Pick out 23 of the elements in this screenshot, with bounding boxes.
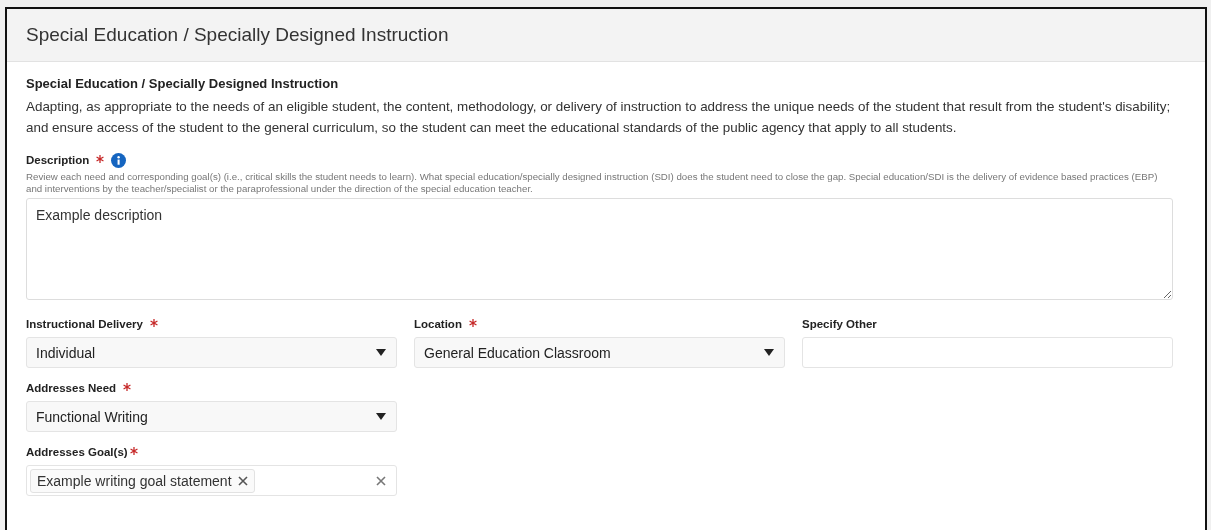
help-text: Review each need and corresponding goal(s) (i.e., critical skills the student needs to learn). What special education/specially designed instruction (SDI) does the student need to close the gap. Special education/SDI is the delivery of evidence based practices (EBP) and interventions by the teacher/specialist or the paraprofessional under the direction of the special education teacher. [26, 171, 1159, 194]
caret-icon [764, 349, 774, 356]
section-description: Adapting, as appropriate to the needs of an eligible student, the content, methodology, or delivery of instruction to address the unique needs of the student that result from the student's disability; and ensure access of the student to the general curriculum, so the student can meet the educational standards of the public agency that apply to all students. [26, 98, 1172, 137]
field-label: Addresses Goal(s) [26, 446, 128, 458]
info-icon[interactable] [111, 152, 127, 168]
field-label: Location [414, 318, 462, 330]
remove-icon[interactable] [237, 475, 248, 486]
dropdown[interactable]: General Education Classroom [414, 337, 785, 368]
dropdown[interactable]: Functional Writing [26, 401, 397, 432]
section-heading: Special Education / Specially Designed Instruction [26, 76, 340, 91]
panel-title: Special Education / Specially Designed Instruction [26, 24, 449, 46]
input-field[interactable] [802, 337, 1173, 368]
field-label: Addresses Need [26, 382, 117, 394]
dropdown[interactable]: Individual [26, 337, 397, 368]
caret-icon [376, 349, 386, 356]
description-textarea[interactable]: Example description [26, 198, 1173, 300]
goal-tag: Example writing goal statement [30, 468, 255, 493]
field-label: Description [26, 154, 90, 166]
field-label: Instructional Delivery [26, 318, 143, 330]
clear-icon[interactable] [376, 475, 386, 486]
field-label: Specify Other [802, 318, 877, 330]
caret-icon [376, 413, 386, 420]
multi-select[interactable]: Example writing goal statement [26, 465, 397, 496]
